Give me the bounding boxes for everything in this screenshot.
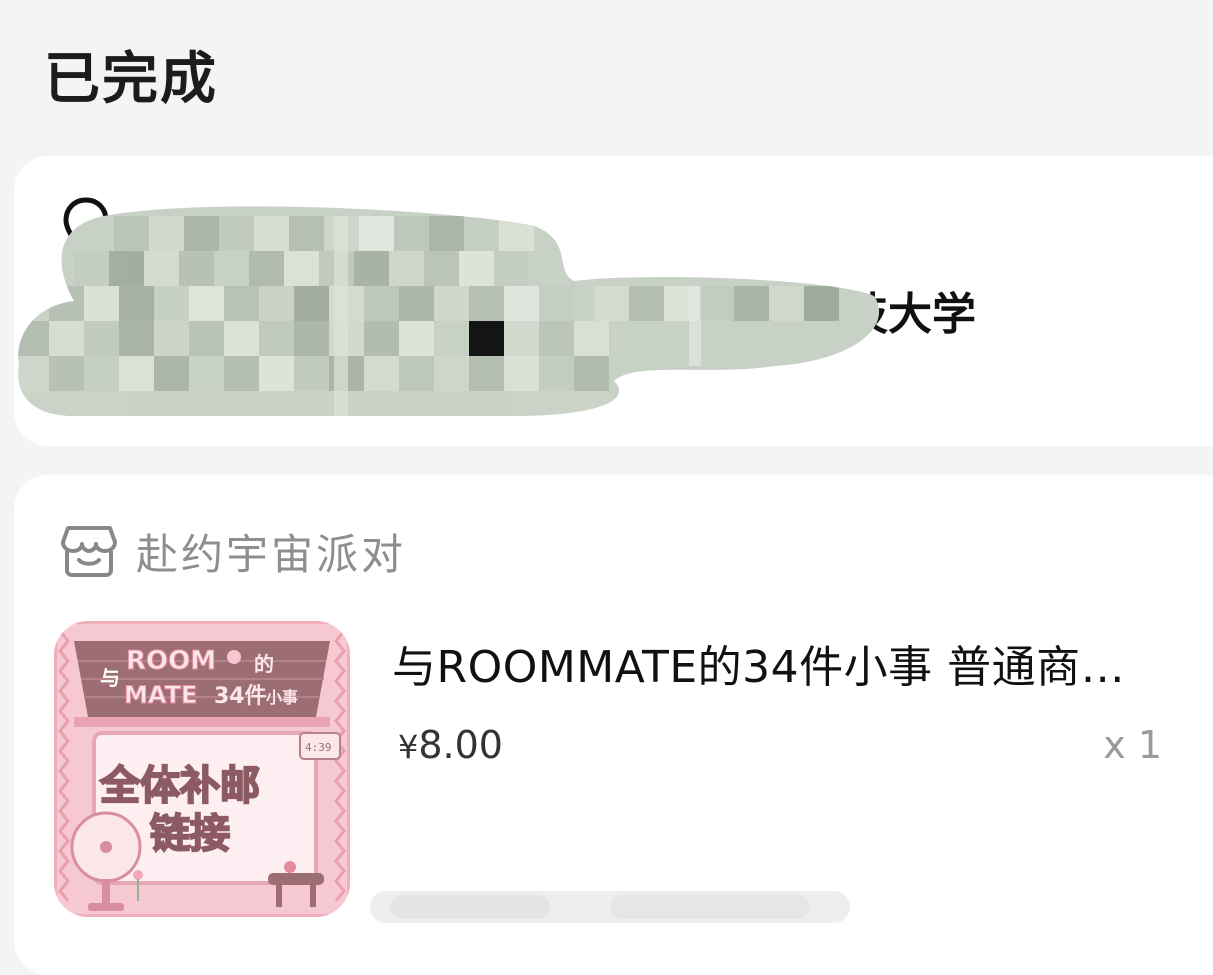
product-title[interactable]: 与ROOMMATE的34件小事 普通商… (392, 631, 1192, 695)
redaction-mosaic (18, 206, 880, 416)
order-card: 赴约宇宙派对 与 ROOM MATE 的 34件 小事 4:39 全体补邮 链接… (14, 475, 1213, 975)
thumb-line-2: 链接 (150, 811, 230, 857)
address-card[interactable]: 技大学 (14, 156, 1213, 446)
thumb-roof-de: 的 (254, 652, 274, 676)
product-thumbnail[interactable]: 与 ROOM MATE 的 34件 小事 4:39 全体补邮 链接 (54, 621, 350, 917)
thumb-clock: 4:39 (305, 741, 332, 754)
thumb-roof-room: ROOM (126, 646, 216, 676)
thumb-roof-mate: MATE (124, 681, 197, 709)
shop-name: 赴约宇宙派对 (136, 529, 407, 579)
store-icon (61, 526, 117, 577)
thumb-roof-34: 34件 (214, 684, 267, 709)
price-value: 8.00 (418, 723, 503, 767)
shop-row[interactable]: 赴约宇宙派对 (60, 521, 406, 581)
page-title: 已完成 (44, 47, 218, 112)
product-quantity: x 1 (1103, 723, 1162, 767)
thumb-roof-char-1: 与 (100, 666, 120, 690)
product-image: 与 ROOM MATE 的 34件 小事 4:39 全体补邮 链接 (54, 621, 350, 917)
thumb-line-1: 全体补邮 (99, 763, 260, 809)
thumb-roof-xiaoshi: 小事 (266, 688, 298, 707)
redacted-strip (370, 891, 850, 923)
product-price: ¥8.00 (398, 723, 503, 767)
currency-symbol: ¥ (398, 728, 419, 766)
